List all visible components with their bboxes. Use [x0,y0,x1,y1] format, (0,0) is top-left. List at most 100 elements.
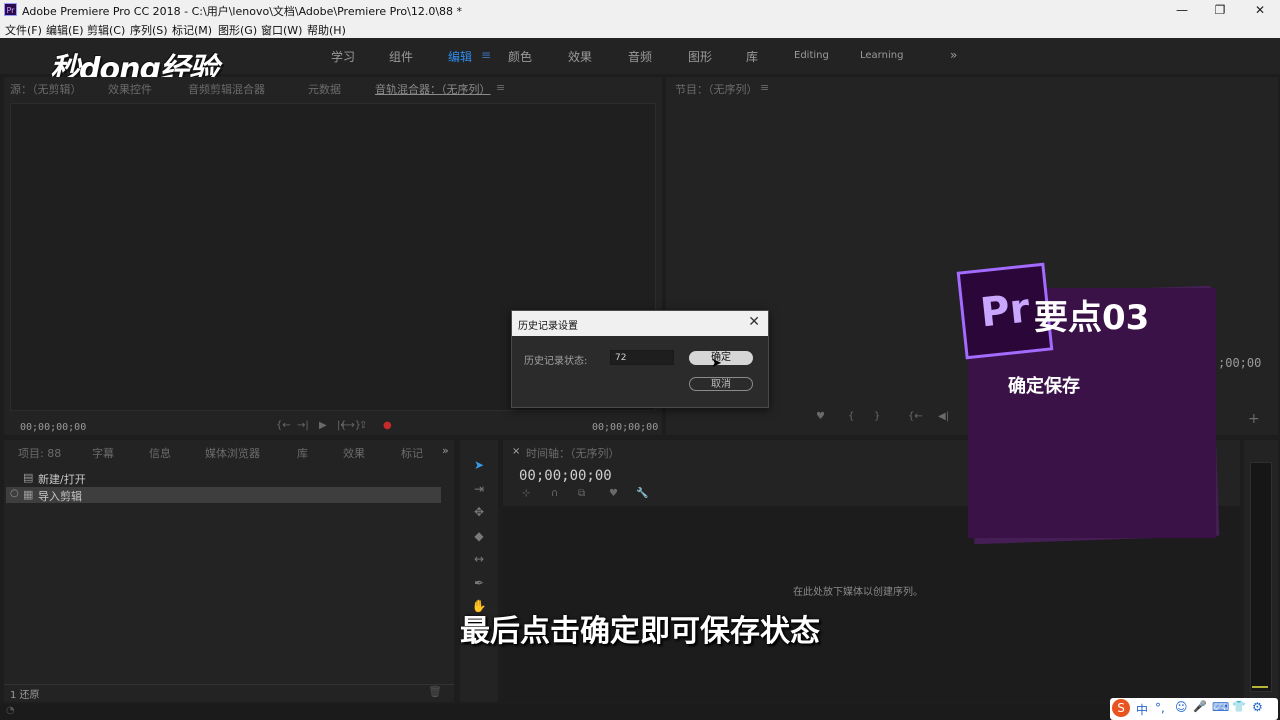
button-editor-plus-icon[interactable]: + [1248,411,1260,427]
emoji-icon[interactable]: ☺ [1175,700,1188,714]
close-window-button[interactable]: ✕ [1240,0,1280,20]
go-to-in-icon[interactable]: {← [908,411,923,422]
menu-sequence[interactable]: 序列(S) [130,22,168,38]
track-select-tool-icon[interactable]: ⇥ [469,482,489,498]
cancel-button[interactable]: 取消 [689,377,753,391]
menu-window[interactable]: 窗口(W) [261,22,302,38]
mark-in-icon[interactable]: {← [276,420,291,431]
nest-icon[interactable]: ⊹ [522,488,530,499]
history-states-label: 历史记录状态: [524,356,588,367]
maximize-button[interactable]: ❐ [1200,0,1240,20]
ime-toolbar: S 中 °, ☺ 🎤 ⌨ 👕 ⚙ [1110,698,1278,720]
video-caption: 最后点击确定即可保存状态 [460,614,820,649]
pen-tool-icon[interactable]: ✒ [469,576,489,592]
add-marker-icon[interactable]: ♥ [816,411,825,422]
export-frame-icon[interactable]: ⇪ [359,420,367,431]
workspace-audio[interactable]: 音频 [628,48,652,65]
menu-edit[interactable]: 编辑(E) [46,22,84,38]
tab-program[interactable]: 节目：（无序列） [675,81,758,97]
panel-overflow-icon[interactable]: » [442,444,449,457]
project-panel: 项目: 88 字幕 信息 媒体浏览器 库 效果 标记 » ▤ 新建/打开 ○ ▦… [4,440,454,702]
add-marker-timeline-icon[interactable]: ♥ [609,488,618,499]
tab-captions[interactable]: 字幕 [92,445,114,461]
workspace-editing-en[interactable]: Editing [794,50,829,61]
workspace-editing[interactable]: 编辑 [448,48,472,65]
panel-menu-icon[interactable]: ≡ [496,81,505,94]
record-icon[interactable]: ● [383,420,392,431]
workspace-effects[interactable]: 效果 [568,48,592,65]
audio-meter-level [1252,686,1268,688]
close-timeline-icon[interactable]: × [512,446,520,457]
tab-media-browser[interactable]: 媒体浏览器 [205,445,260,461]
dialog-close-icon[interactable]: ✕ [748,314,760,330]
workspace-learning-en[interactable]: Learning [860,50,903,61]
mark-in-bracket-icon[interactable]: { [848,411,854,422]
list-item-label: 导入剪辑 [38,490,82,503]
tab-libraries[interactable]: 库 [297,445,308,461]
play-icon[interactable]: ▶ [319,420,327,431]
ime-punctuation-toggle[interactable]: °, [1155,701,1165,715]
workspace-color[interactable]: 颜色 [508,48,532,65]
keyboard-icon[interactable]: ⌨ [1212,700,1229,714]
sogou-icon[interactable]: S [1112,699,1130,717]
menu-help[interactable]: 帮助(H) [307,22,346,38]
tab-metadata[interactable]: 元数据 [308,81,341,97]
razor-tool-icon[interactable]: ◆ [469,529,489,545]
ime-chinese-toggle[interactable]: 中 [1136,701,1148,718]
step-back-icon[interactable]: →| [297,420,309,431]
program-menu-icon[interactable]: ≡ [760,81,769,94]
list-item[interactable]: ○ ▦ 导入剪辑 [6,487,441,503]
source-timecode-left: 00;00;00;00 [20,422,87,433]
slip-tool-icon[interactable]: ↔ [469,552,489,568]
snap-icon[interactable]: ∩ [551,488,558,499]
title-bar: Pr Adobe Premiere Pro CC 2018 - C:\用户\le… [0,0,1280,20]
new-open-icon: ▤ [23,471,34,484]
step-back-program-icon[interactable]: ◀| [938,411,949,422]
menu-marker[interactable]: 标记(M) [172,22,212,38]
timeline-drop-hint: 在此处放下媒体以创建序列。 [793,587,923,598]
ime-settings-icon[interactable]: ⚙ [1252,700,1263,714]
history-states-input[interactable]: 72 [610,350,674,365]
microphone-icon[interactable]: 🎤 [1193,700,1207,713]
minimize-button[interactable]: — [1162,0,1202,20]
tab-effects[interactable]: 效果 [343,445,365,461]
tab-markers[interactable]: 标记 [401,445,423,461]
timeline-timecode[interactable]: 00;00;00;00 [519,468,612,484]
status-icon: ◔ [6,705,15,716]
tab-source[interactable]: 源：（无剪辑） [10,81,82,97]
skin-icon[interactable]: 👕 [1232,700,1246,713]
workspace-learn[interactable]: 学习 [331,48,355,65]
ripple-edit-tool-icon[interactable]: ✥ [469,505,489,521]
dialog-title: 历史记录设置 [518,321,578,332]
workspace-menu-icon[interactable]: ≡ [481,48,491,62]
window-title: Adobe Premiere Pro CC 2018 - C:\用户\lenov… [22,5,463,18]
tab-audio-track-mixer[interactable]: 音轨混合器：（无序列） [375,81,491,97]
workspace-assembly[interactable]: 组件 [389,48,413,65]
trash-icon[interactable]: 🗑 [428,685,442,698]
workspace-graphics[interactable]: 图形 [688,48,712,65]
go-to-out-icon[interactable]: {→} [340,420,361,431]
list-item[interactable]: ▤ 新建/打开 [6,470,441,486]
tab-timeline[interactable]: 时间轴：（无序列） [526,445,620,461]
mark-out-bracket-icon[interactable]: } [874,411,880,422]
program-timecode: ;00;00 [1218,356,1262,370]
audio-meters-panel [1244,440,1278,702]
tab-info[interactable]: 信息 [149,445,171,461]
workspace-overflow-icon[interactable]: » [950,48,957,62]
settings-wrench-icon[interactable]: 🔧 [636,488,648,499]
history-footer: 1 还原 [10,690,40,701]
history-settings-dialog: 历史记录设置 ✕ 历史记录状态: 72 确定 取消 ➤ [511,310,769,408]
menu-graphics[interactable]: 图形(G) [218,22,257,38]
menu-clip[interactable]: 剪辑(C) [87,22,125,38]
divider [4,684,454,685]
dialog-header: 历史记录设置 ✕ [512,311,768,336]
linked-selection-icon[interactable]: ⧉ [578,488,585,499]
tab-effect-controls[interactable]: 效果控件 [108,81,152,97]
selection-tool-icon[interactable]: ➤ [469,458,489,474]
tab-project[interactable]: 项目: 88 [18,445,61,461]
workspace-libraries[interactable]: 库 [746,48,758,65]
premiere-app-icon: Pr [4,3,17,16]
menu-file[interactable]: 文件(F) [5,22,42,38]
source-timecode-right: 00;00;00;00 [592,422,659,433]
tab-audio-clip-mixer[interactable]: 音频剪辑混合器 [188,81,265,97]
